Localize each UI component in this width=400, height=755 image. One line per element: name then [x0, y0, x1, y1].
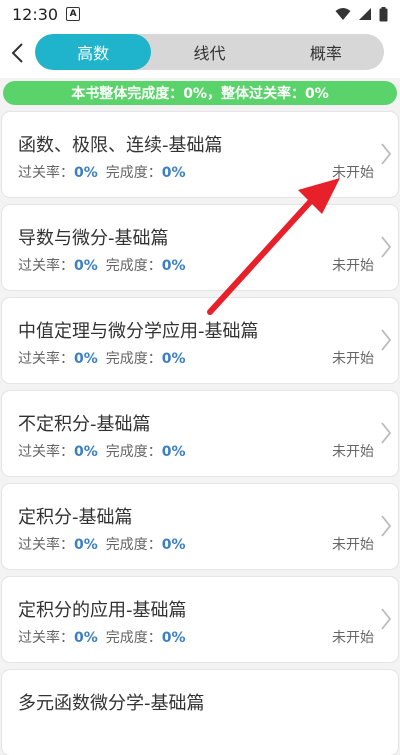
chapter-stats: 过关率：0% 完成度：0%: [18, 627, 186, 647]
chapter-status: 未开始: [332, 351, 374, 367]
completion-label: 完成度：: [105, 351, 162, 367]
status-right: [335, 6, 388, 22]
chapter-card[interactable]: 导数与微分-基础篇 过关率：0% 完成度：0% 未开始: [2, 205, 398, 290]
chapter-card[interactable]: 函数、极限、连续-基础篇 过关率：0% 完成度：0% 未开始: [2, 112, 398, 197]
chapter-title: 函数、极限、连续-基础篇: [18, 135, 223, 156]
chapter-card[interactable]: 定积分-基础篇 过关率：0% 完成度：0% 未开始: [2, 484, 398, 569]
chapter-stats: 过关率：0% 完成度：0%: [18, 441, 186, 461]
pass-rate-value: 0%: [74, 444, 98, 460]
chapter-card[interactable]: 中值定理与微分学应用-基础篇 过关率：0% 完成度：0% 未开始: [2, 298, 398, 383]
pass-rate-value: 0%: [74, 351, 98, 367]
signal-icon: [359, 8, 371, 20]
chapter-status: 未开始: [332, 444, 374, 460]
chapter-card[interactable]: 定积分的应用-基础篇 过关率：0% 完成度：0% 未开始: [2, 577, 398, 662]
tab-gaoshu[interactable]: 高数: [35, 34, 152, 70]
pass-rate-label: 过关率：: [18, 165, 74, 181]
chevron-right-icon: [381, 329, 392, 351]
chapter-status: 未开始: [332, 537, 374, 553]
completion-label: 完成度：: [105, 537, 162, 553]
chapter-title: 中值定理与微分学应用-基础篇: [18, 321, 259, 342]
pass-rate-value: 0%: [74, 630, 98, 646]
battery-icon: [379, 6, 388, 21]
chevron-right-icon: [381, 143, 392, 165]
completion-value: 0%: [161, 351, 186, 367]
pass-rate-value: 0%: [74, 537, 98, 553]
completion-value: 0%: [161, 258, 186, 274]
chapter-status: 未开始: [332, 165, 374, 181]
pass-rate-label: 过关率：: [18, 630, 74, 646]
wifi-icon: [335, 8, 351, 20]
status-left: 12:30 A: [12, 4, 81, 24]
completion-label: 完成度：: [105, 258, 162, 274]
completion-label: 完成度：: [105, 444, 162, 460]
header: 高数 线代 概率: [0, 28, 400, 78]
completion-value: 0%: [161, 444, 186, 460]
chevron-right-icon: [381, 608, 392, 630]
chapter-status: 未开始: [332, 258, 374, 274]
pass-rate-label: 过关率：: [18, 444, 74, 460]
status-bar: 12:30 A: [0, 0, 400, 28]
completion-label: 完成度：: [105, 630, 162, 646]
tab-xiandai[interactable]: 线代: [151, 34, 267, 70]
chevron-left-icon: [11, 43, 23, 63]
chapter-title: 多元函数微分学-基础篇: [18, 693, 205, 714]
chapter-stats: 过关率：0% 完成度：0%: [18, 534, 186, 554]
pass-rate-label: 过关率：: [18, 258, 74, 274]
chapter-title: 定积分-基础篇: [18, 507, 133, 528]
chapter-card[interactable]: 多元函数微分学-基础篇: [2, 670, 398, 755]
pass-rate-label: 过关率：: [18, 537, 74, 553]
completion-value: 0%: [161, 165, 186, 181]
chapter-title: 导数与微分-基础篇: [18, 228, 169, 249]
notification-icon: A: [66, 7, 81, 21]
completion-value: 0%: [161, 537, 186, 553]
pass-rate-label: 过关率：: [18, 351, 74, 367]
chapter-title: 不定积分-基础篇: [18, 414, 151, 435]
chapter-title: 定积分的应用-基础篇: [18, 600, 187, 621]
chevron-right-icon: [381, 422, 392, 444]
chapter-status: 未开始: [332, 630, 374, 646]
chevron-right-icon: [381, 515, 392, 537]
chevron-right-icon: [381, 236, 392, 258]
chapter-stats: 过关率：0% 完成度：0%: [18, 255, 186, 275]
pass-rate-value: 0%: [74, 165, 98, 181]
subject-tabs: 高数 线代 概率: [35, 34, 384, 70]
pass-rate-value: 0%: [74, 258, 98, 274]
completion-value: 0%: [161, 630, 186, 646]
chapter-card[interactable]: 不定积分-基础篇 过关率：0% 完成度：0% 未开始: [2, 391, 398, 476]
overall-progress-banner: 本书整体完成度：0%，整体过关率：0%: [3, 81, 397, 105]
status-time: 12:30: [12, 4, 59, 24]
completion-label: 完成度：: [105, 165, 162, 181]
chapter-stats: 过关率：0% 完成度：0%: [18, 162, 186, 182]
tab-gailv[interactable]: 概率: [268, 34, 384, 70]
chapter-stats: 过关率：0% 完成度：0%: [18, 348, 186, 368]
back-button[interactable]: [2, 33, 32, 73]
